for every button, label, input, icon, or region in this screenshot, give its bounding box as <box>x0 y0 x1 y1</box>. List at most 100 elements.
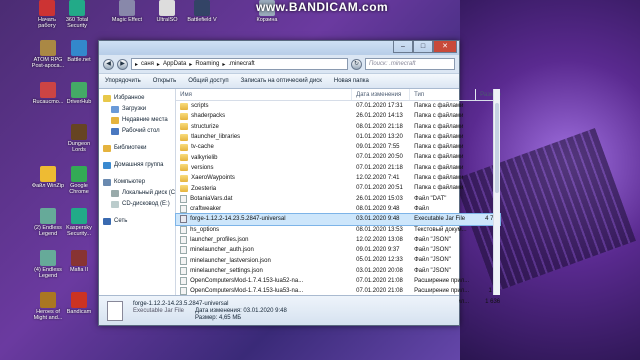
desktop-icon-14[interactable]: (2) Endless Legend <box>31 208 65 237</box>
file-row[interactable]: valkyrielib 07.01.2020 20:50 Папка с файла… <box>176 152 500 162</box>
nav-libraries[interactable]: Библиотеки <box>99 143 175 154</box>
folder-icon <box>180 174 189 182</box>
file-row[interactable]: structurize 08.01.2020 21:18 Папка с файла… <box>176 122 500 132</box>
file-row[interactable]: BotaniaVars.dat 26.01.2020 15:03 Файл "DAT… <box>176 194 500 204</box>
file-type: Папка с файлами <box>414 185 464 192</box>
file-row[interactable]: tv-cache 09.01.2020 7:55 Папка с файлами <box>176 142 500 152</box>
desktop-icon-label: UltraISO <box>156 17 178 23</box>
file-row[interactable]: launcher_profiles.json 12.02.2020 13:08 Фа… <box>176 235 500 245</box>
file-row[interactable]: minelauncher_settings.json 03.01.2020 20:… <box>176 266 500 276</box>
desktop-icon-16[interactable]: Mafia II <box>62 250 96 273</box>
maximize-button[interactable]: □ <box>413 41 433 53</box>
file-row[interactable]: tlauncher_libraries 01.01.2020 13:20 Папка… <box>176 132 500 142</box>
nav-computer[interactable]: Компьютер <box>99 177 175 188</box>
search-input[interactable]: Поиск: .minecraft <box>365 58 455 70</box>
file-row[interactable]: hs_options 08.01.2020 13:53 Текстовый доку… <box>176 225 500 235</box>
header-name[interactable]: Имя <box>176 89 353 100</box>
desktop-icon-label: Файл WinZip <box>31 183 65 189</box>
app-icon <box>194 0 210 16</box>
address-bar[interactable]: ▸ саня ▸ AppData ▸ Roaming ▸ .minecraft <box>131 58 348 70</box>
desktop-icon-0[interactable]: Начать работу <box>30 0 64 29</box>
desktop-icon-label: Battlefield V <box>187 17 217 23</box>
desktop-icon-17[interactable]: Heroes of Might and... <box>31 292 65 321</box>
file-name-cell: structurize <box>176 122 352 132</box>
file-date: 07.01.2020 20:50 <box>356 154 403 161</box>
file-date: 08.01.2020 13:53 <box>356 226 403 233</box>
file-row[interactable]: scripts 07.01.2020 17:31 Папка с файлами <box>176 101 500 111</box>
file-icon <box>180 266 188 275</box>
disk-icon <box>111 190 119 197</box>
file-row[interactable]: XaeroWaypoints 12.02.2020 7:41 Папка с фай… <box>176 173 500 183</box>
nav-recent[interactable]: Недавние места <box>99 115 175 126</box>
nav-favorites[interactable]: Избранное <box>99 93 175 104</box>
header-type[interactable]: Тип <box>410 89 477 100</box>
header-date[interactable]: Дата изменения <box>352 89 411 100</box>
network-icon <box>103 218 111 225</box>
app-icon <box>40 250 56 266</box>
file-name: minelauncher_lastversion.json <box>190 257 271 264</box>
back-button[interactable]: ◀ <box>103 58 114 70</box>
file-row[interactable]: forge-1.12.2-14.23.5.2847-universal 03.01… <box>175 213 502 226</box>
nav-desktop[interactable]: Рабочий стол <box>99 126 175 137</box>
file-rows: scripts 07.01.2020 17:31 Папка с файлами sh… <box>175 101 502 307</box>
desktop-icon-3[interactable]: UltraISO <box>150 0 184 23</box>
vertical-scrollbar[interactable] <box>493 89 501 295</box>
desktop-icon-18[interactable]: Bandicam <box>62 292 96 315</box>
folder-icon <box>180 133 189 141</box>
computer-icon <box>103 179 111 186</box>
file-row[interactable]: minelauncher_lastversion.json 05.01.2020 … <box>176 255 500 265</box>
close-button[interactable]: ✕ <box>433 41 457 53</box>
desktop-icon-7[interactable]: Battle.net <box>62 40 96 63</box>
scrollbar-thumb[interactable] <box>495 103 500 193</box>
share-menu[interactable]: Общий доступ <box>188 78 228 84</box>
breadcrumb-appdata[interactable]: AppData <box>162 61 187 67</box>
file-date: 26.01.2020 14:13 <box>356 113 403 120</box>
desktop-icon-2[interactable]: Magic Effect <box>110 0 144 23</box>
desktop-icon-label: Ruсаucmo... <box>32 99 64 105</box>
details-size: Размер: 4,65 МБ <box>195 314 242 321</box>
explorer-window[interactable]: – □ ✕ ◀ ▶ ▸ саня ▸ AppData ▸ Roaming ▸ .min… <box>98 40 502 326</box>
app-icon <box>40 292 56 308</box>
file-date: 08.01.2020 21:18 <box>356 123 403 130</box>
breadcrumb-minecraft[interactable]: .minecraft <box>227 61 255 67</box>
file-row[interactable]: Zoesteria 07.01.2020 20:51 Папка с файлами <box>176 183 500 193</box>
desktop-icon-11[interactable]: Google Chrome <box>62 166 96 195</box>
title-bar[interactable]: – □ ✕ <box>99 41 459 55</box>
desktop-icon-9[interactable]: DriverHub <box>62 82 96 105</box>
organize-menu[interactable]: Упорядочить <box>105 78 141 84</box>
open-button[interactable]: Открыть <box>153 78 177 84</box>
desktop-icon-6[interactable]: ATOM RPG Post-apoca... <box>31 40 65 69</box>
file-name-cell: launcher_profiles.json <box>176 235 352 245</box>
star-icon <box>103 95 111 102</box>
desktop-icon-4[interactable]: Battlefield V <box>185 0 219 23</box>
nav-cd-drive[interactable]: CD-дисковод (E:) <box>99 199 175 210</box>
file-row[interactable]: minelauncher_auth.json 09.01.2020 9:37 Фай… <box>176 245 500 255</box>
breadcrumb-roaming[interactable]: Roaming <box>194 61 220 67</box>
desktop-icon-10[interactable]: Dungeon Lords <box>62 124 96 153</box>
burn-button[interactable]: Записать на оптический диск <box>241 78 322 84</box>
file-name-cell: Zoesteria <box>176 183 352 193</box>
app-icon <box>71 292 87 308</box>
app-icon <box>40 166 56 182</box>
nav-local-disk[interactable]: Локальный диск (С <box>99 188 175 199</box>
breadcrumb-user[interactable]: саня <box>140 61 155 67</box>
file-row[interactable]: craftweaker 08.01.2020 9:48 Файл <box>176 204 500 214</box>
desktop-icon-8[interactable]: Ruсаucmo... <box>31 82 65 105</box>
refresh-button[interactable]: ↻ <box>351 58 362 70</box>
new-folder-button[interactable]: Новая папка <box>334 78 369 84</box>
desktop-icon-1[interactable]: 360 Total Security <box>60 0 94 29</box>
desktop-icon-label: Kaspersky Security... <box>66 225 92 237</box>
file-row[interactable]: shaderpacks 26.01.2020 14:13 Папка с файла… <box>176 111 500 121</box>
nav-downloads[interactable]: Загрузки <box>99 104 175 115</box>
desktop-icon-15[interactable]: (4) Endless Legend <box>31 250 65 279</box>
nav-homegroup[interactable]: Домашняя группа <box>99 160 175 171</box>
forward-button[interactable]: ▶ <box>117 58 128 70</box>
desktop-icon-13[interactable]: Kaspersky Security... <box>62 208 96 237</box>
minimize-button[interactable]: – <box>393 41 413 53</box>
file-name: Zoesteria <box>191 185 217 192</box>
file-date: 12.02.2020 7:41 <box>356 175 400 182</box>
nav-network[interactable]: Сеть <box>99 216 175 227</box>
file-row[interactable]: versions 07.01.2020 21:18 Папка с файлами <box>176 163 500 173</box>
desktop-icon-12[interactable]: Файл WinZip <box>31 166 65 189</box>
file-row[interactable]: OpenComputersMod-1.7.4.153-lua52-na... 07… <box>176 276 500 286</box>
